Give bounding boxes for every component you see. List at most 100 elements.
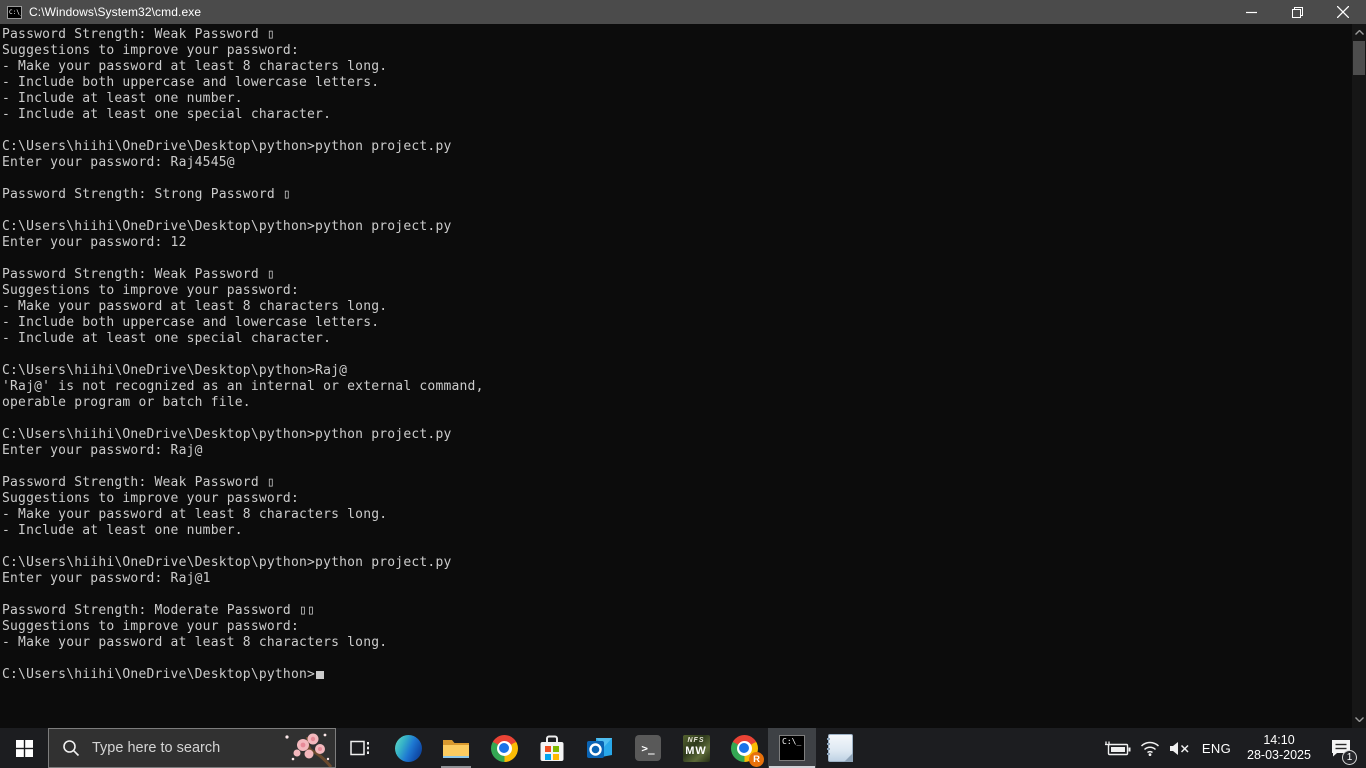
chrome-profile-badge: R bbox=[749, 752, 764, 767]
search-placeholder: Type here to search bbox=[92, 740, 220, 756]
volume-muted-icon bbox=[1169, 741, 1190, 756]
google-chrome-icon bbox=[491, 735, 518, 762]
terminal-line: C:\Users\hiihi\OneDrive\Desktop\python>p… bbox=[2, 555, 1348, 571]
console-output: Password Strength: Weak Password ▯Sugges… bbox=[0, 24, 1352, 728]
file-explorer-icon bbox=[442, 736, 470, 760]
windows-logo-icon bbox=[16, 740, 33, 757]
taskbar-chrome-profile-button[interactable]: R bbox=[720, 728, 768, 768]
terminal-line: Password Strength: Moderate Password ▯▯ bbox=[2, 603, 1348, 619]
terminal-line bbox=[2, 459, 1348, 475]
cmd-icon: C:\_ bbox=[779, 735, 805, 761]
terminal-line bbox=[2, 171, 1348, 187]
taskbar: Type here to search bbox=[0, 728, 1366, 768]
terminal-line: C:\Users\hiihi\OneDrive\Desktop\python>R… bbox=[2, 363, 1348, 379]
terminal-line: Password Strength: Weak Password ▯ bbox=[2, 27, 1348, 43]
system-tray: ENG 14:10 28-03-2025 1 bbox=[1104, 728, 1366, 768]
terminal-line: C:\Users\hiihi\OneDrive\Desktop\python>p… bbox=[2, 139, 1348, 155]
window-controls bbox=[1228, 0, 1366, 24]
terminal-line: - Include at least one number. bbox=[2, 91, 1348, 107]
scroll-down-arrow-icon[interactable] bbox=[1352, 712, 1366, 727]
close-icon bbox=[1337, 6, 1349, 18]
start-button[interactable] bbox=[0, 728, 48, 768]
terminal-line: C:\Users\hiihi\OneDrive\Desktop\python>p… bbox=[2, 427, 1348, 443]
terminal-line: - Make your password at least 8 characte… bbox=[2, 59, 1348, 75]
terminal-line: - Include both uppercase and lowercase l… bbox=[2, 315, 1348, 331]
terminal-line: - Make your password at least 8 characte… bbox=[2, 507, 1348, 523]
language-indicator[interactable]: ENG bbox=[1199, 741, 1234, 756]
taskbar-file-explorer-button[interactable] bbox=[432, 728, 480, 768]
window-title: C:\Windows\System32\cmd.exe bbox=[29, 5, 201, 19]
terminal-line: operable program or batch file. bbox=[2, 395, 1348, 411]
taskbar-notepad-button[interactable] bbox=[816, 728, 864, 768]
terminal-icon: >_ bbox=[635, 735, 661, 761]
terminal-line: Enter your password: Raj4545@ bbox=[2, 155, 1348, 171]
cmd-app-icon: C:\_ bbox=[7, 6, 22, 19]
action-center-button[interactable]: 1 bbox=[1324, 728, 1358, 768]
search-icon bbox=[62, 739, 80, 757]
terminal-line: Suggestions to improve your password: bbox=[2, 43, 1348, 59]
terminal-line: Enter your password: Raj@ bbox=[2, 443, 1348, 459]
scrollbar-thumb[interactable] bbox=[1353, 41, 1365, 75]
terminal-line: Password Strength: Weak Password ▯ bbox=[2, 267, 1348, 283]
terminal-line: - Make your password at least 8 characte… bbox=[2, 299, 1348, 315]
wifi-icon bbox=[1140, 741, 1160, 756]
cherry-blossom-decoration-icon bbox=[273, 729, 335, 767]
scroll-up-arrow-icon[interactable] bbox=[1352, 25, 1366, 40]
terminal-line: - Include both uppercase and lowercase l… bbox=[2, 75, 1348, 91]
terminal-prompt-line: C:\Users\hiihi\OneDrive\Desktop\python> bbox=[2, 667, 1348, 683]
search-box[interactable]: Type here to search bbox=[48, 728, 336, 768]
taskbar-store-button[interactable] bbox=[528, 728, 576, 768]
terminal-line: Enter your password: Raj@1 bbox=[2, 571, 1348, 587]
terminal-line: - Include at least one special character… bbox=[2, 331, 1348, 347]
clock-date: 28-03-2025 bbox=[1243, 748, 1315, 763]
text-cursor bbox=[316, 671, 324, 679]
taskbar-nfs-game-button[interactable]: NFSMW bbox=[672, 728, 720, 768]
battery-status-button[interactable] bbox=[1104, 740, 1131, 756]
minimize-button[interactable] bbox=[1228, 0, 1274, 24]
titlebar[interactable]: C:\_ C:\Windows\System32\cmd.exe bbox=[0, 0, 1366, 24]
battery-icon bbox=[1104, 740, 1131, 756]
task-view-icon bbox=[350, 740, 370, 756]
terminal-line: Suggestions to improve your password: bbox=[2, 619, 1348, 635]
terminal-line bbox=[2, 203, 1348, 219]
task-view-button[interactable] bbox=[336, 728, 384, 768]
scrollbar[interactable] bbox=[1352, 24, 1366, 728]
terminal-line: Suggestions to improve your password: bbox=[2, 491, 1348, 507]
terminal-line: Password Strength: Strong Password ▯ bbox=[2, 187, 1348, 203]
taskbar-cmd-button[interactable]: C:\_ bbox=[768, 728, 816, 768]
taskbar-terminal-button[interactable]: >_ bbox=[624, 728, 672, 768]
microsoft-store-icon bbox=[539, 735, 565, 762]
notification-count-badge: 1 bbox=[1342, 750, 1357, 765]
volume-button[interactable] bbox=[1169, 741, 1190, 756]
restore-button[interactable] bbox=[1274, 0, 1320, 24]
terminal-line bbox=[2, 411, 1348, 427]
cmd-window: C:\_ C:\Windows\System32\cmd.exe Passwor… bbox=[0, 0, 1366, 728]
terminal-line: - Include at least one special character… bbox=[2, 107, 1348, 123]
network-status-button[interactable] bbox=[1140, 741, 1160, 756]
terminal-line: 'Raj@' is not recognized as an internal … bbox=[2, 379, 1348, 395]
nfs-most-wanted-icon: NFSMW bbox=[683, 735, 710, 762]
terminal-line: Enter your password: 12 bbox=[2, 235, 1348, 251]
terminal-line: - Include at least one number. bbox=[2, 523, 1348, 539]
clock[interactable]: 14:10 28-03-2025 bbox=[1243, 733, 1315, 763]
minimize-icon bbox=[1246, 7, 1257, 18]
prompt-text: C:\Users\hiihi\OneDrive\Desktop\python> bbox=[2, 667, 315, 682]
terminal-line bbox=[2, 251, 1348, 267]
terminal-line bbox=[2, 651, 1348, 667]
taskbar-chrome-button[interactable] bbox=[480, 728, 528, 768]
terminal-line bbox=[2, 123, 1348, 139]
terminal-line: Password Strength: Weak Password ▯ bbox=[2, 475, 1348, 491]
terminal-line: - Make your password at least 8 characte… bbox=[2, 635, 1348, 651]
notepad-icon bbox=[828, 734, 853, 762]
terminal-line bbox=[2, 539, 1348, 555]
close-button[interactable] bbox=[1320, 0, 1366, 24]
terminal-line bbox=[2, 347, 1348, 363]
outlook-icon bbox=[586, 735, 614, 761]
taskbar-outlook-button[interactable] bbox=[576, 728, 624, 768]
terminal-line: C:\Users\hiihi\OneDrive\Desktop\python>p… bbox=[2, 219, 1348, 235]
clock-time: 14:10 bbox=[1243, 733, 1315, 748]
restore-icon bbox=[1292, 7, 1303, 18]
taskbar-edge-button[interactable] bbox=[384, 728, 432, 768]
terminal-line bbox=[2, 587, 1348, 603]
terminal-line: Suggestions to improve your password: bbox=[2, 283, 1348, 299]
